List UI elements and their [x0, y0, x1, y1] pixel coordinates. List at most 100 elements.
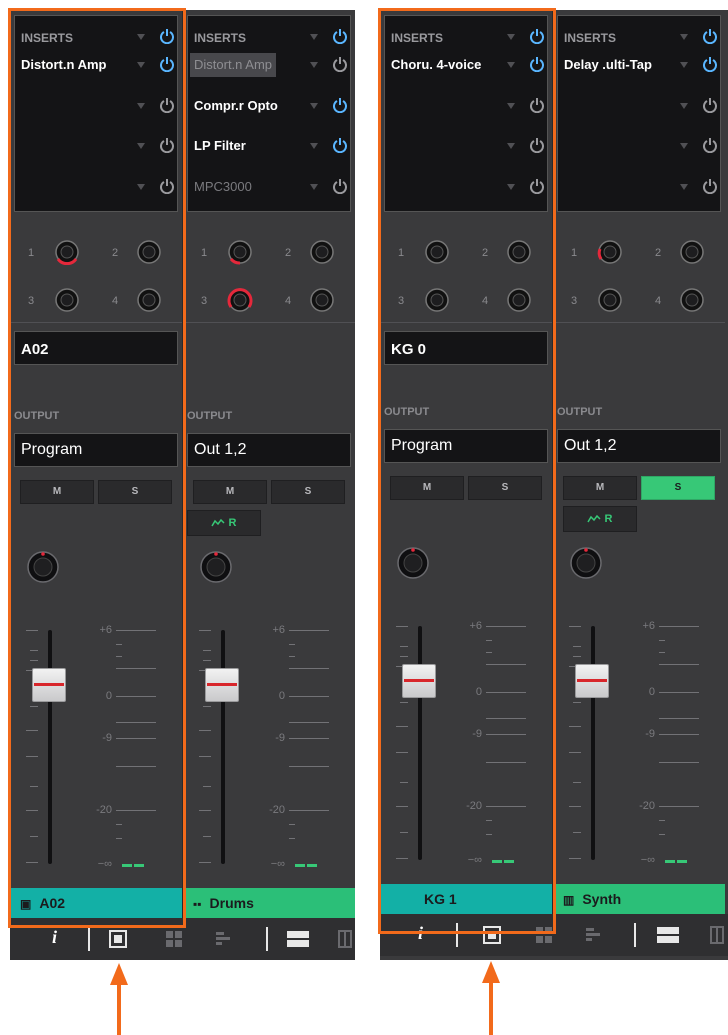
scale-label: +6 [642, 620, 655, 632]
dropdown-arrow-icon [310, 34, 318, 40]
send-knob-2[interactable] [309, 239, 335, 265]
toolbar-separator [88, 927, 90, 951]
insert-name: Compr.r Opto [194, 98, 278, 113]
volume-fader-handle[interactable] [205, 668, 239, 702]
solo-button[interactable]: S [641, 476, 715, 500]
dropdown-arrow-icon[interactable] [310, 143, 318, 149]
fader-track[interactable] [221, 630, 225, 864]
dropdown-arrow-icon[interactable] [680, 62, 688, 68]
insert-name: MPC3000 [194, 179, 252, 194]
insert-slot-1[interactable]: Delay .ulti-Tap [558, 53, 722, 77]
piano-icon[interactable] [710, 925, 724, 945]
dropdown-arrow-icon[interactable] [310, 62, 318, 68]
arrow-up-icon [110, 963, 128, 985]
mute-button[interactable]: M [563, 476, 637, 500]
output-label: OUTPUT [557, 406, 603, 418]
dropdown-arrow-icon[interactable] [680, 103, 688, 109]
power-icon[interactable] [702, 28, 718, 44]
send-number: 3 [201, 295, 208, 307]
dropdown-arrow-icon [680, 34, 688, 40]
volume-fader-handle[interactable] [575, 664, 609, 698]
toolbar-separator [266, 927, 268, 951]
bars-view-icon[interactable] [584, 925, 604, 945]
track-name-bar[interactable]: ▪▪ Drums [183, 888, 355, 918]
send-number: 4 [285, 295, 292, 307]
insert-name: LP Filter [194, 138, 246, 153]
send-knob-4[interactable] [679, 287, 705, 313]
insert-slot-2[interactable]: Compr.r Opto [188, 94, 352, 118]
send-knob-2[interactable] [679, 239, 705, 265]
send-knobs: 1 2 3 4 [553, 215, 725, 325]
pan-knob[interactable] [569, 546, 603, 580]
dropdown-arrow-icon[interactable] [310, 184, 318, 190]
grid-view-icon[interactable] [164, 929, 184, 949]
piano-icon[interactable] [338, 929, 352, 949]
pan-knob[interactable] [199, 550, 233, 584]
arrow-shaft [489, 982, 493, 1035]
output-select[interactable]: Out 1,2 [187, 433, 351, 467]
track-name-bar[interactable]: ▥ Synth [553, 884, 725, 914]
power-icon[interactable] [332, 28, 348, 44]
power-icon[interactable] [702, 97, 718, 113]
send-knob-3[interactable] [227, 287, 253, 313]
scale-label: −∞ [270, 858, 285, 870]
insert-slot-3[interactable]: LP Filter [188, 134, 352, 158]
dropdown-arrow-icon[interactable] [680, 143, 688, 149]
scale-label: -9 [275, 732, 285, 744]
send-knob-4[interactable] [309, 287, 335, 313]
level-meter [307, 864, 317, 867]
strip-view-icon[interactable] [656, 925, 680, 945]
power-icon[interactable] [332, 56, 348, 72]
automation-read-button[interactable]: R [187, 510, 261, 536]
scale-label: 0 [278, 690, 285, 702]
fader-section: +6 0 -9 -20 −∞ [183, 610, 355, 880]
power-icon[interactable] [702, 56, 718, 72]
automation-read-button[interactable]: R [563, 506, 637, 532]
divider [183, 322, 355, 323]
level-meter [665, 860, 675, 863]
single-view-icon[interactable] [108, 929, 128, 949]
strip-view-icon[interactable] [286, 929, 310, 949]
divider [553, 322, 725, 323]
channel-strip-drums: INSERTS Distort.n Amp Compr.r Opto LP Fi… [183, 10, 355, 918]
insert-slot-1[interactable]: Distort.n Amp [188, 53, 352, 77]
insert-slot-4[interactable] [558, 175, 722, 199]
automation-label: R [604, 513, 613, 525]
level-meter [295, 864, 305, 867]
channel-strip-synth: INSERTS Delay .ulti-Tap 1 2 3 4 OUTPUT O… [553, 10, 725, 918]
arrow-up-icon [482, 961, 500, 983]
insert-slot-4[interactable]: MPC3000 [188, 175, 352, 199]
insert-name: Distort.n Amp [190, 53, 277, 77]
automation-curve-icon [587, 514, 602, 523]
dropdown-arrow-icon[interactable] [680, 184, 688, 190]
power-icon[interactable] [702, 137, 718, 153]
insert-slot-3[interactable] [558, 134, 722, 158]
power-icon[interactable] [332, 137, 348, 153]
scale-label: -20 [269, 804, 285, 816]
scale-label: −∞ [640, 854, 655, 866]
track-name: Synth [582, 891, 622, 907]
send-number: 1 [571, 247, 578, 259]
info-icon[interactable]: i [52, 927, 57, 947]
fader-section: +6 0 -9 -20 −∞ [553, 606, 725, 876]
inserts-box: INSERTS Distort.n Amp Compr.r Opto LP Fi… [187, 15, 351, 212]
track-name: Drums [209, 895, 254, 911]
send-knob-3[interactable] [597, 287, 623, 313]
scale-label: 0 [648, 686, 655, 698]
bars-view-icon[interactable] [214, 929, 234, 949]
dropdown-arrow-icon[interactable] [310, 103, 318, 109]
fader-track[interactable] [591, 626, 595, 860]
send-number: 3 [571, 295, 578, 307]
solo-button[interactable]: S [271, 480, 345, 504]
mute-button[interactable]: M [193, 480, 267, 504]
inserts-header-row [558, 25, 722, 49]
insert-slot-2[interactable] [558, 94, 722, 118]
power-icon[interactable] [332, 178, 348, 194]
pad-grid-icon: ▪▪ [193, 897, 202, 911]
output-select[interactable]: Out 1,2 [557, 429, 721, 463]
send-knob-1[interactable] [227, 239, 253, 265]
power-icon[interactable] [332, 97, 348, 113]
output-label: OUTPUT [187, 410, 233, 422]
send-knob-1[interactable] [597, 239, 623, 265]
power-icon[interactable] [702, 178, 718, 194]
